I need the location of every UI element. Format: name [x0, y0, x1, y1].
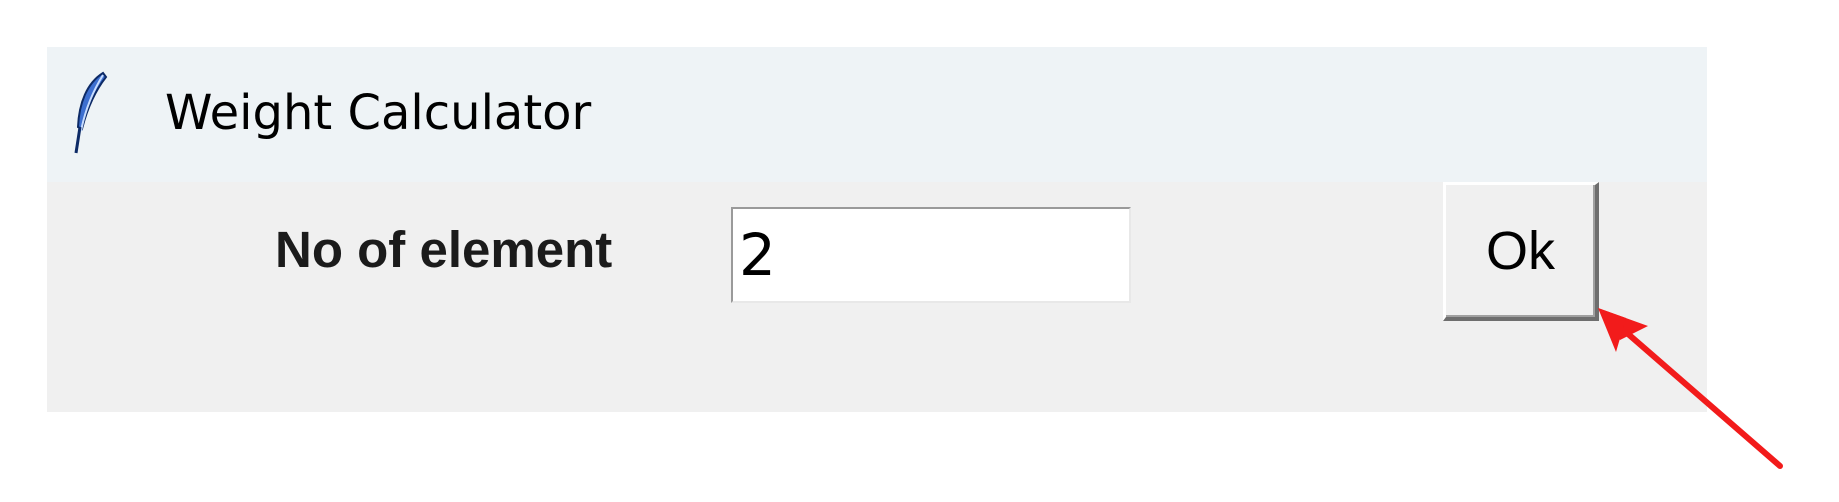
element-count-input[interactable]: [731, 207, 1131, 303]
title-bar[interactable]: Weight Calculator: [47, 47, 1707, 182]
window-title: Weight Calculator: [165, 85, 592, 141]
feather-icon: [73, 69, 109, 159]
element-count-label: No of element: [275, 221, 613, 278]
screenshot: Weight Calculator No of element Ok: [0, 0, 1839, 502]
client-area: No of element Ok: [47, 182, 1707, 412]
app-window: Weight Calculator No of element Ok: [47, 47, 1707, 412]
ok-button[interactable]: Ok: [1443, 182, 1599, 321]
